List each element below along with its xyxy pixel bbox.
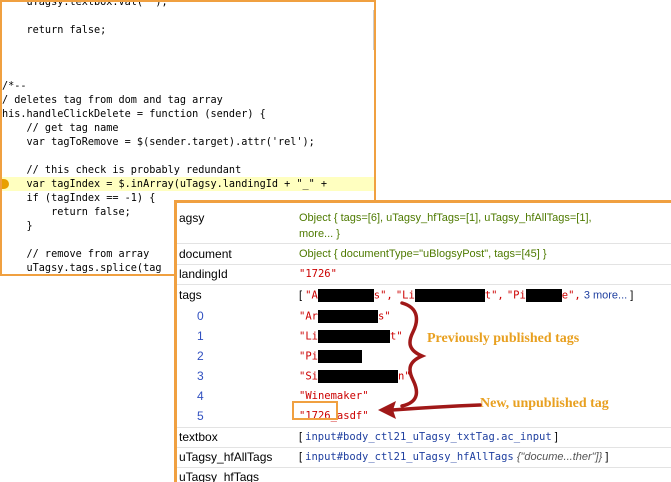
watch-row-hfalltags[interactable]: uTagsy_hfAllTags [ input#body_ctl21_uTag… [177, 449, 671, 467]
code-line: his.handleClickDelete = function (sender… [2, 109, 266, 120]
element-detail: {"docume...ther"]} [516, 451, 603, 463]
code-line: uTagsy.tags.splice(tag [2, 263, 162, 274]
watch-row-hftags[interactable]: uTagsy_hfTags [177, 469, 671, 482]
watch-panel: agsy Object { tags=[6], uTagsy_hfTags=[1… [174, 200, 671, 482]
watch-value: Object { tags=[6], uTagsy_hfTags=[1], uT… [299, 212, 592, 224]
tag-index: 5 [197, 409, 204, 423]
watch-name: landingId [179, 267, 228, 281]
tag-index: 2 [197, 349, 204, 363]
more-link[interactable]: 3 more... [584, 289, 627, 301]
code-line: / deletes tag from dom and tag array [2, 95, 223, 106]
code-line: var tagToRemove = $(sender.target).attr(… [2, 137, 315, 148]
tag-item-row[interactable]: 4 "Winemaker" [177, 387, 671, 407]
tag-index: 0 [197, 309, 204, 323]
tag-item-row[interactable]: 2 "Pi [177, 347, 671, 367]
tag-value: "Pi [299, 350, 318, 363]
watch-row-tags[interactable]: tags [ "A s", "Li t", "Pi e", 3 more... ] [177, 287, 671, 305]
element-link[interactable]: input#body_ctl21_uTagsy_txtTag.ac_input [305, 431, 552, 443]
watch-value: Object { documentType="uBlogsyPost", tag… [299, 248, 547, 260]
tag-value: "Li [299, 330, 318, 343]
watch-name: uTagsy_hfAllTags [179, 450, 273, 464]
tag-value: t" [389, 330, 403, 343]
tag-preview: "Pi [506, 289, 526, 302]
watch-value-tags: [ "A s", "Li t", "Pi e", 3 more... ] [299, 289, 633, 302]
bracket-open: [ [299, 289, 303, 302]
tag-value-new: "1726_asdf" [299, 410, 369, 422]
code-line: if (tagIndex == -1) { [2, 193, 156, 204]
row-divider [177, 264, 671, 265]
tag-item-row[interactable]: 1 "Li t" [177, 327, 671, 347]
bracket-close: ] [554, 431, 558, 443]
code-line: // get tag name [2, 123, 119, 134]
tag-index: 1 [197, 329, 204, 343]
tag-value: "Si [299, 370, 318, 383]
tag-preview: t", [484, 289, 504, 302]
redaction-block [317, 310, 378, 323]
tag-preview: "Li [395, 289, 415, 302]
element-link[interactable]: input#body_ctl21_uTagsy_hfAllTags [305, 451, 514, 463]
watch-name: uTagsy_hfTags [179, 470, 260, 482]
watch-row-textbox[interactable]: textbox [ input#body_ctl21_uTagsy_txtTag… [177, 429, 671, 447]
row-divider [177, 467, 671, 468]
redaction-block [317, 330, 390, 343]
code-line: return false; [2, 25, 107, 36]
code-line: return false; [2, 207, 131, 218]
code-line: // remove from array [2, 249, 150, 260]
watch-value-more[interactable]: more... } [299, 228, 340, 240]
bracket-open: [ [299, 431, 303, 443]
code-bracket-marker-2: [ [374, 35, 376, 45]
watch-name: agsy [179, 211, 205, 225]
redaction-block [317, 370, 398, 383]
watch-name: textbox [179, 430, 218, 444]
redaction-block [317, 350, 362, 363]
tag-item-row[interactable]: 0 "Ar s" [177, 307, 671, 327]
tag-index: 4 [197, 389, 204, 403]
watch-value: "1726" [299, 268, 337, 280]
code-bracket-marker: [ [374, 11, 376, 21]
row-divider [177, 243, 671, 244]
row-divider [177, 427, 671, 428]
watch-name: document [179, 247, 232, 261]
row-divider [177, 447, 671, 448]
tag-value: "Ar [299, 310, 318, 323]
tag-preview: "A [305, 289, 318, 302]
watch-row-utagsy[interactable]: agsy Object { tags=[6], uTagsy_hfTags=[1… [177, 209, 671, 243]
redaction-block [525, 289, 562, 302]
tag-index: 3 [197, 369, 204, 383]
tag-item-row-new[interactable]: 5 "1726_asdf" [177, 407, 671, 427]
tag-preview: s", [373, 289, 393, 302]
row-divider [177, 284, 671, 285]
redaction-block [317, 289, 374, 302]
bracket-close: ] [605, 451, 609, 463]
tag-value: "Winemaker" [299, 390, 369, 402]
watch-row-document[interactable]: document Object { documentType="uBlogsyP… [177, 246, 671, 264]
code-line: } [2, 221, 33, 232]
redaction-block [414, 289, 485, 302]
bracket-close: ] [630, 289, 634, 302]
code-line: uTagsy.textbox.val(''); [2, 0, 168, 8]
tag-value: s" [377, 310, 391, 323]
watch-name: tags [179, 288, 202, 302]
tag-item-row[interactable]: 3 "Si n" [177, 367, 671, 387]
code-line: /*-- [2, 81, 27, 92]
tag-preview: e", [561, 289, 581, 302]
watch-row-landingid[interactable]: landingId "1726" [177, 266, 671, 284]
bracket-open: [ [299, 451, 303, 463]
code-line-current: var tagIndex = $.inArray(uTagsy.landingI… [2, 179, 328, 190]
code-line: // this check is probably redundant [2, 165, 242, 176]
tag-value: n" [397, 370, 411, 383]
